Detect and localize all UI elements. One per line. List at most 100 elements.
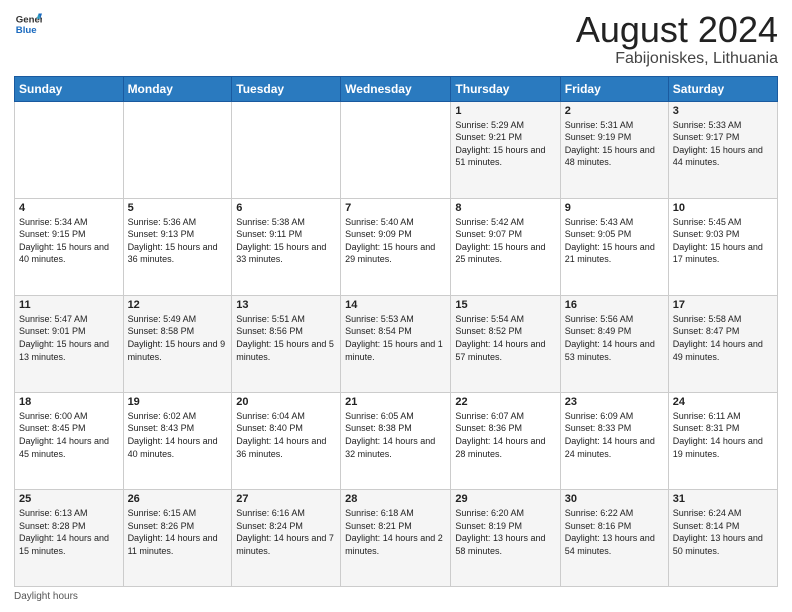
calendar-day-cell: 14 Sunrise: 5:53 AM Sunset: 8:54 PM Dayli… — [341, 295, 451, 392]
weekday-header: Wednesday — [341, 76, 451, 101]
calendar-day-cell: 12 Sunrise: 5:49 AM Sunset: 8:58 PM Dayli… — [123, 295, 232, 392]
logo: General Blue — [14, 10, 42, 38]
calendar-subtitle: Fabijoniskes, Lithuania — [576, 50, 778, 68]
calendar-day-cell: 19 Sunrise: 6:02 AM Sunset: 8:43 PM Dayli… — [123, 392, 232, 489]
calendar-week-row: 25 Sunrise: 6:13 AM Sunset: 8:28 PM Dayli… — [15, 489, 778, 586]
day-number: 6 — [236, 202, 336, 214]
day-info: Sunrise: 5:51 AM Sunset: 8:56 PM Dayligh… — [236, 313, 336, 363]
calendar-tbody: 1Sunrise: 5:29 AM Sunset: 9:21 PM Daylig… — [15, 101, 778, 586]
day-info: Sunrise: 5:33 AM Sunset: 9:17 PM Dayligh… — [673, 119, 773, 169]
calendar-day-cell: 11 Sunrise: 5:47 AM Sunset: 9:01 PM Dayli… — [15, 295, 124, 392]
calendar-day-cell: 26Sunrise: 6:15 AM Sunset: 8:26 PM Dayli… — [123, 489, 232, 586]
weekday-header: Tuesday — [232, 76, 341, 101]
calendar-day-cell: 5 Sunrise: 5:36 AM Sunset: 9:13 PM Daylig… — [123, 198, 232, 295]
calendar-day-cell: 6 Sunrise: 5:38 AM Sunset: 9:11 PM Daylig… — [232, 198, 341, 295]
day-number: 24 — [673, 396, 773, 408]
day-number: 13 — [236, 299, 336, 311]
calendar-day-cell: 3Sunrise: 5:33 AM Sunset: 9:17 PM Daylig… — [668, 101, 777, 198]
day-info: Sunrise: 5:31 AM Sunset: 9:19 PM Dayligh… — [565, 119, 664, 169]
calendar-week-row: 11 Sunrise: 5:47 AM Sunset: 9:01 PM Dayli… — [15, 295, 778, 392]
day-info: Sunrise: 6:15 AM Sunset: 8:26 PM Dayligh… — [128, 507, 228, 557]
calendar-day-cell: 2 Sunrise: 5:31 AM Sunset: 9:19 PM Daylig… — [560, 101, 668, 198]
calendar-thead: SundayMondayTuesdayWednesdayThursdayFrid… — [15, 76, 778, 101]
logo-icon: General Blue — [14, 10, 42, 38]
calendar-container: General Blue August 2024 Fabijoniskes, L… — [0, 0, 792, 612]
day-info: Sunrise: 5:42 AM Sunset: 9:07 PM Dayligh… — [455, 216, 555, 266]
calendar-day-cell: 18Sunrise: 6:00 AM Sunset: 8:45 PM Dayli… — [15, 392, 124, 489]
calendar-day-cell: 28Sunrise: 6:18 AM Sunset: 8:21 PM Dayli… — [341, 489, 451, 586]
calendar-day-cell: 27Sunrise: 6:16 AM Sunset: 8:24 PM Dayli… — [232, 489, 341, 586]
day-number: 20 — [236, 396, 336, 408]
day-number: 16 — [565, 299, 664, 311]
day-number: 27 — [236, 493, 336, 505]
footer-label: Daylight hours — [14, 591, 78, 602]
day-info: Sunrise: 5:49 AM Sunset: 8:58 PM Dayligh… — [128, 313, 228, 363]
day-info: Sunrise: 6:02 AM Sunset: 8:43 PM Dayligh… — [128, 410, 228, 460]
day-info: Sunrise: 6:24 AM Sunset: 8:14 PM Dayligh… — [673, 507, 773, 557]
day-info: Sunrise: 5:45 AM Sunset: 9:03 PM Dayligh… — [673, 216, 773, 266]
svg-text:Blue: Blue — [16, 25, 37, 36]
calendar-day-cell: 9Sunrise: 5:43 AM Sunset: 9:05 PM Daylig… — [560, 198, 668, 295]
day-number: 11 — [19, 299, 119, 311]
calendar-day-cell: 25 Sunrise: 6:13 AM Sunset: 8:28 PM Dayli… — [15, 489, 124, 586]
day-number: 23 — [565, 396, 664, 408]
calendar-day-cell — [341, 101, 451, 198]
day-info: Sunrise: 5:38 AM Sunset: 9:11 PM Dayligh… — [236, 216, 336, 266]
day-number: 4 — [19, 202, 119, 214]
day-info: Sunrise: 6:07 AM Sunset: 8:36 PM Dayligh… — [455, 410, 555, 460]
day-number: 29 — [455, 493, 555, 505]
calendar-day-cell: 29 Sunrise: 6:20 AM Sunset: 8:19 PM Dayli… — [451, 489, 560, 586]
day-info: Sunrise: 5:56 AM Sunset: 8:49 PM Dayligh… — [565, 313, 664, 363]
day-info: Sunrise: 5:36 AM Sunset: 9:13 PM Dayligh… — [128, 216, 228, 266]
calendar-day-cell: 13 Sunrise: 5:51 AM Sunset: 8:56 PM Dayli… — [232, 295, 341, 392]
calendar-day-cell — [123, 101, 232, 198]
day-info: Sunrise: 5:53 AM Sunset: 8:54 PM Dayligh… — [345, 313, 446, 363]
calendar-day-cell: 7 Sunrise: 5:40 AM Sunset: 9:09 PM Daylig… — [341, 198, 451, 295]
day-info: Sunrise: 5:43 AM Sunset: 9:05 PM Dayligh… — [565, 216, 664, 266]
day-number: 7 — [345, 202, 446, 214]
day-info: Sunrise: 5:40 AM Sunset: 9:09 PM Dayligh… — [345, 216, 446, 266]
title-block: August 2024 Fabijoniskes, Lithuania — [576, 10, 778, 68]
day-info: Sunrise: 6:18 AM Sunset: 8:21 PM Dayligh… — [345, 507, 446, 557]
calendar-day-cell: 20 Sunrise: 6:04 AM Sunset: 8:40 PM Dayli… — [232, 392, 341, 489]
day-number: 25 — [19, 493, 119, 505]
day-number: 19 — [128, 396, 228, 408]
day-info: Sunrise: 5:34 AM Sunset: 9:15 PM Dayligh… — [19, 216, 119, 266]
day-info: Sunrise: 6:00 AM Sunset: 8:45 PM Dayligh… — [19, 410, 119, 460]
calendar-day-cell — [232, 101, 341, 198]
day-number: 15 — [455, 299, 555, 311]
weekday-header: Saturday — [668, 76, 777, 101]
day-info: Sunrise: 5:47 AM Sunset: 9:01 PM Dayligh… — [19, 313, 119, 363]
calendar-day-cell: 15Sunrise: 5:54 AM Sunset: 8:52 PM Dayli… — [451, 295, 560, 392]
day-info: Sunrise: 6:05 AM Sunset: 8:38 PM Dayligh… — [345, 410, 446, 460]
calendar-week-row: 18Sunrise: 6:00 AM Sunset: 8:45 PM Dayli… — [15, 392, 778, 489]
day-info: Sunrise: 5:58 AM Sunset: 8:47 PM Dayligh… — [673, 313, 773, 363]
weekday-header: Monday — [123, 76, 232, 101]
day-info: Sunrise: 6:13 AM Sunset: 8:28 PM Dayligh… — [19, 507, 119, 557]
weekday-header: Friday — [560, 76, 668, 101]
calendar-day-cell: 4 Sunrise: 5:34 AM Sunset: 9:15 PM Daylig… — [15, 198, 124, 295]
day-number: 12 — [128, 299, 228, 311]
day-info: Sunrise: 6:09 AM Sunset: 8:33 PM Dayligh… — [565, 410, 664, 460]
calendar-day-cell: 16 Sunrise: 5:56 AM Sunset: 8:49 PM Dayli… — [560, 295, 668, 392]
calendar-day-cell: 22 Sunrise: 6:07 AM Sunset: 8:36 PM Dayli… — [451, 392, 560, 489]
calendar-table: SundayMondayTuesdayWednesdayThursdayFrid… — [14, 76, 778, 587]
calendar-day-cell: 21Sunrise: 6:05 AM Sunset: 8:38 PM Dayli… — [341, 392, 451, 489]
calendar-day-cell: 24Sunrise: 6:11 AM Sunset: 8:31 PM Dayli… — [668, 392, 777, 489]
day-info: Sunrise: 6:20 AM Sunset: 8:19 PM Dayligh… — [455, 507, 555, 557]
calendar-title: August 2024 — [576, 10, 778, 50]
day-number: 14 — [345, 299, 446, 311]
day-number: 2 — [565, 105, 664, 117]
calendar-footer: Daylight hours — [14, 591, 778, 602]
day-number: 5 — [128, 202, 228, 214]
calendar-day-cell — [15, 101, 124, 198]
header-row: SundayMondayTuesdayWednesdayThursdayFrid… — [15, 76, 778, 101]
calendar-day-cell: 17 Sunrise: 5:58 AM Sunset: 8:47 PM Dayli… — [668, 295, 777, 392]
day-number: 1 — [455, 105, 555, 117]
calendar-week-row: 1Sunrise: 5:29 AM Sunset: 9:21 PM Daylig… — [15, 101, 778, 198]
calendar-header: General Blue August 2024 Fabijoniskes, L… — [14, 10, 778, 68]
day-number: 22 — [455, 396, 555, 408]
day-number: 17 — [673, 299, 773, 311]
calendar-day-cell: 10Sunrise: 5:45 AM Sunset: 9:03 PM Dayli… — [668, 198, 777, 295]
day-info: Sunrise: 6:04 AM Sunset: 8:40 PM Dayligh… — [236, 410, 336, 460]
